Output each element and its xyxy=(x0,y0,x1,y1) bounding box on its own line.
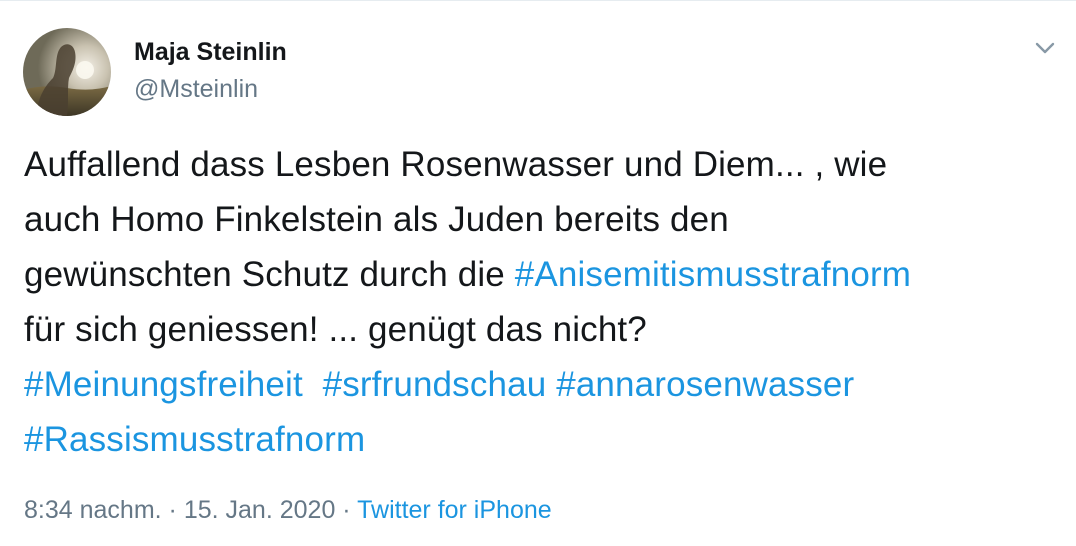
tweet-line: Auffallend dass Lesben Rosenwasser und D… xyxy=(24,145,888,184)
author-handle[interactable]: @Msteinlin xyxy=(134,74,258,104)
tweet-text: Auffallend dass Lesben Rosenwasser und D… xyxy=(24,137,1069,467)
tweet-line-text: gewünschten Schutz durch die xyxy=(24,255,515,294)
avatar[interactable] xyxy=(23,28,111,116)
avatar-image xyxy=(23,28,111,116)
meta-separator: · xyxy=(168,496,177,524)
hashtag-link[interactable]: #Meinungsfreiheit xyxy=(24,365,303,404)
hashtag-link[interactable]: #annarosenwasser xyxy=(556,365,854,404)
hashtag-link[interactable]: #srfrundschau xyxy=(323,365,547,404)
tweet-line: gewünschten Schutz durch die #Anisemitis… xyxy=(24,247,1069,302)
tweet-line: auch Homo Finkelstein als Juden bereits … xyxy=(24,200,729,239)
tweet-time[interactable]: 8:34 nachm. xyxy=(24,496,162,524)
tweet-line: für sich geniessen! ... genügt das nicht… xyxy=(24,310,647,349)
chevron-down-icon[interactable] xyxy=(1030,33,1060,63)
hashtag-link[interactable]: #Rassismusstrafnorm xyxy=(24,420,365,459)
tweet-date[interactable]: 15. Jan. 2020 xyxy=(184,496,336,524)
hashtag-link[interactable]: #Anisemitismusstrafnorm xyxy=(515,255,911,294)
tweet-meta: 8:34 nachm. · 15. Jan. 2020 · Twitter fo… xyxy=(24,493,552,527)
tweet-line: #Rassismusstrafnorm xyxy=(24,412,1069,467)
tweet-card: Maja Steinlin @Msteinlin Auffallend dass… xyxy=(0,0,1076,546)
author-name[interactable]: Maja Steinlin xyxy=(134,37,287,67)
tweet-source-link[interactable]: Twitter for iPhone xyxy=(357,496,552,524)
tweet-line: #Meinungsfreiheit #srfrundschau #annaros… xyxy=(24,357,1069,412)
meta-separator: · xyxy=(342,496,351,524)
